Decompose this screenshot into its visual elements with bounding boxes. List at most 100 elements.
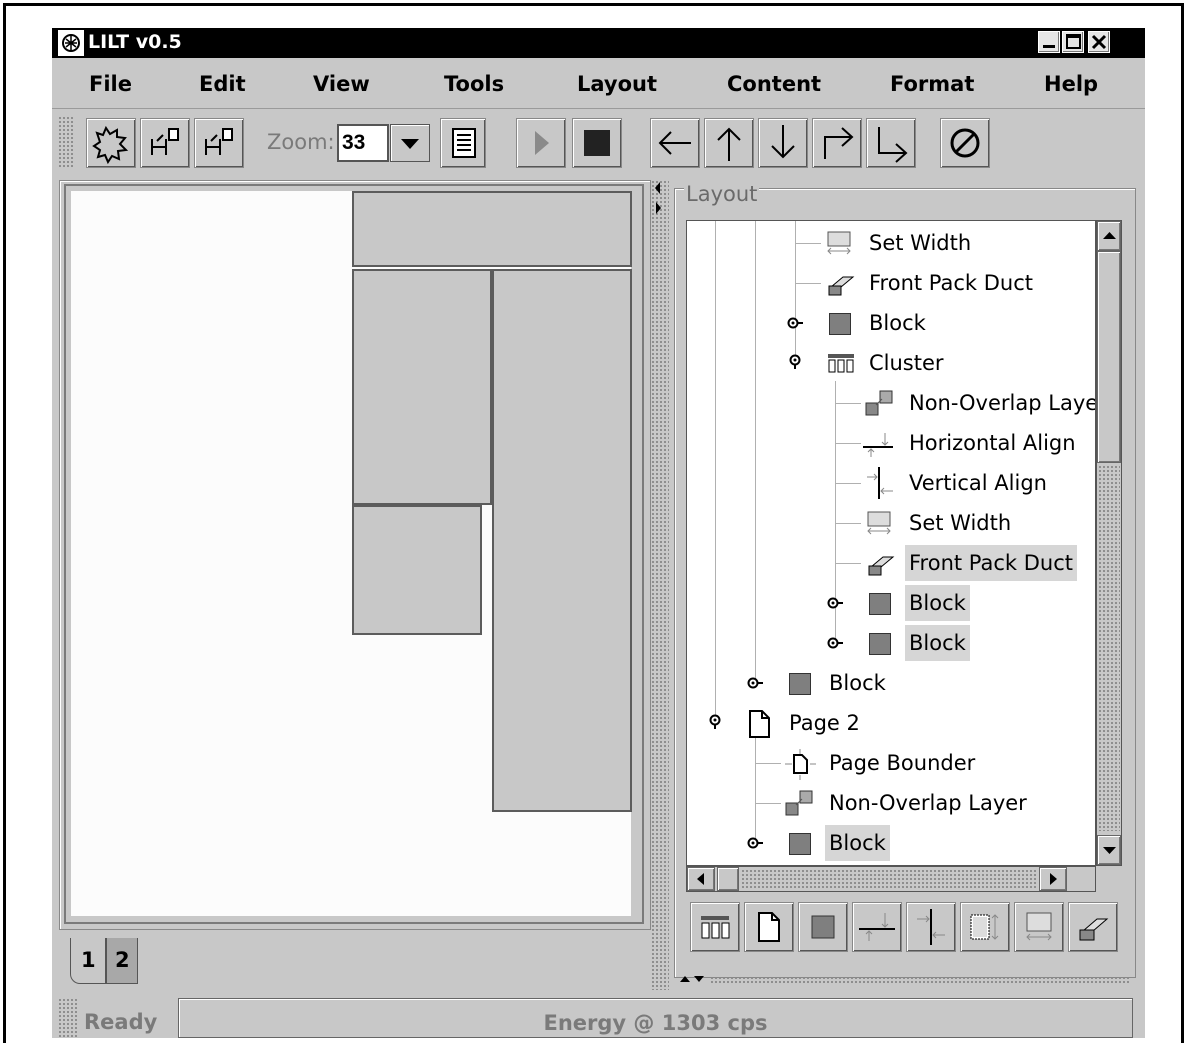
menu-help[interactable]: Help	[1044, 72, 1098, 96]
horizontal-scroll-track[interactable]	[741, 869, 1037, 889]
add-front-pack-duct-button[interactable]	[1068, 902, 1118, 952]
tree-node-label: Page 2	[789, 711, 860, 735]
vertical-scrollbar[interactable]	[1096, 220, 1122, 866]
add-vertical-align-button[interactable]	[906, 902, 956, 952]
collapsed-toggle-icon[interactable]	[787, 315, 803, 331]
expanded-toggle-icon[interactable]	[707, 713, 723, 729]
tree-node-label: Block	[869, 311, 926, 335]
menu-tools[interactable]: Tools	[444, 72, 504, 96]
tree-node[interactable]: Set Width	[687, 225, 1095, 261]
move-in-button[interactable]	[812, 118, 862, 168]
import-button[interactable]	[140, 118, 190, 168]
scroll-down-button[interactable]	[1097, 835, 1121, 865]
scroll-up-button[interactable]	[1097, 221, 1121, 251]
page-bounder-icon	[785, 749, 816, 780]
tree-node[interactable]: Front Pack Duct	[687, 265, 1095, 301]
collapse-arrows-icon[interactable]	[651, 180, 669, 220]
collapsed-toggle-icon[interactable]	[747, 835, 763, 851]
tree-node[interactable]: Block	[687, 665, 1095, 701]
collapsed-toggle-icon[interactable]	[747, 675, 763, 691]
menu-format[interactable]: Format	[890, 72, 974, 96]
tree-node-label: Front Pack Duct	[905, 545, 1078, 581]
canvas-block[interactable]	[352, 269, 492, 505]
application-window: LILT v0.5 File Edit View Tools Layout Co…	[0, 0, 1187, 1043]
tree-connector	[755, 763, 781, 764]
page-canvas[interactable]	[71, 191, 632, 916]
scroll-track[interactable]	[1098, 465, 1120, 831]
tree-connector	[835, 563, 861, 564]
add-set-width-button[interactable]	[1014, 902, 1064, 952]
tree-node[interactable]: Page 2	[687, 705, 1095, 741]
zoom-dropdown-button[interactable]	[390, 124, 430, 162]
tree-node[interactable]: Set Width	[687, 505, 1095, 541]
close-button[interactable]	[1088, 31, 1110, 53]
new-layout-button[interactable]	[86, 118, 136, 168]
title-bar[interactable]: LILT v0.5	[52, 28, 1145, 58]
add-page-button[interactable]	[744, 902, 794, 952]
page-tab-2[interactable]: 2	[106, 938, 138, 984]
horizontal-scrollbar[interactable]	[686, 866, 1096, 892]
toolbar-grip[interactable]	[58, 116, 74, 168]
stop-button[interactable]	[572, 118, 622, 168]
tree-node[interactable]: Cluster	[687, 345, 1095, 381]
layout-tree[interactable]: Set Width Front Pack Duct Block Cluster …	[686, 220, 1096, 866]
tree-node-label: Front Pack Duct	[869, 271, 1034, 295]
tree-node[interactable]: Vertical Align	[687, 465, 1095, 501]
chevron-up-icon	[1103, 232, 1116, 239]
cluster-icon	[828, 354, 854, 373]
tree-node[interactable]: Horizontal Align	[687, 425, 1095, 461]
canvas-block[interactable]	[492, 269, 632, 812]
menu-edit[interactable]: Edit	[199, 72, 246, 96]
delete-button[interactable]	[940, 118, 990, 168]
tree-connector	[795, 283, 821, 284]
collapsed-toggle-icon[interactable]	[827, 595, 843, 611]
resize-arrows-icon[interactable]	[678, 972, 708, 986]
scroll-thumb[interactable]	[1097, 251, 1121, 463]
menu-content[interactable]: Content	[727, 72, 821, 96]
layout-panel-title: Layout	[684, 182, 760, 206]
move-down-button[interactable]	[758, 118, 808, 168]
tree-node[interactable]: Block	[687, 625, 1095, 661]
move-out-button[interactable]	[866, 118, 916, 168]
page-view-button[interactable]	[440, 118, 486, 168]
tree-node[interactable]: Page Bounder	[687, 745, 1095, 781]
maximize-button[interactable]	[1062, 31, 1084, 53]
move-left-button[interactable]	[650, 118, 700, 168]
scroll-right-button[interactable]	[1039, 867, 1067, 891]
move-up-button[interactable]	[704, 118, 754, 168]
minimize-button[interactable]	[1038, 31, 1060, 53]
tree-node[interactable]: Block	[687, 825, 1095, 861]
add-block-button[interactable]	[798, 902, 848, 952]
add-cluster-button[interactable]	[690, 902, 740, 952]
collapsed-toggle-icon[interactable]	[827, 635, 843, 651]
resize-grip[interactable]	[710, 976, 1130, 984]
zoom-input[interactable]: 33	[337, 124, 389, 162]
panel-resize-bar[interactable]	[678, 972, 1132, 986]
export-button[interactable]	[194, 118, 244, 168]
non-overlap-layer-icon	[785, 790, 813, 816]
page-tab-1[interactable]: 1	[70, 938, 106, 984]
arrow-down-icon	[771, 125, 795, 159]
add-horizontal-align-button[interactable]	[852, 902, 902, 952]
tree-node-label: Non-Overlap Layer	[909, 391, 1096, 415]
horizontal-scroll-thumb[interactable]	[717, 867, 739, 891]
scroll-left-button[interactable]	[687, 867, 715, 891]
menu-layout[interactable]: Layout	[577, 72, 657, 96]
tree-node[interactable]: Non-Overlap Layer	[687, 785, 1095, 821]
expanded-toggle-icon[interactable]	[787, 353, 803, 369]
block-icon	[829, 313, 851, 335]
tree-node-label: Set Width	[909, 511, 1012, 535]
tree-node[interactable]: Non-Overlap Layer	[687, 385, 1096, 421]
menu-file[interactable]: File	[89, 72, 132, 96]
tree-node[interactable]: Block	[687, 585, 1095, 621]
tree-connector	[795, 243, 821, 244]
play-button[interactable]	[516, 118, 566, 168]
tree-node[interactable]: Front Pack Duct	[687, 545, 1095, 581]
toolbar: Zoom: 33	[52, 110, 1145, 174]
tree-node[interactable]: Block	[687, 305, 1095, 341]
canvas-block[interactable]	[352, 505, 482, 635]
split-pane-divider[interactable]	[651, 180, 669, 990]
menu-view[interactable]: View	[313, 72, 370, 96]
canvas-block[interactable]	[352, 191, 632, 267]
add-set-height-button[interactable]	[960, 902, 1010, 952]
